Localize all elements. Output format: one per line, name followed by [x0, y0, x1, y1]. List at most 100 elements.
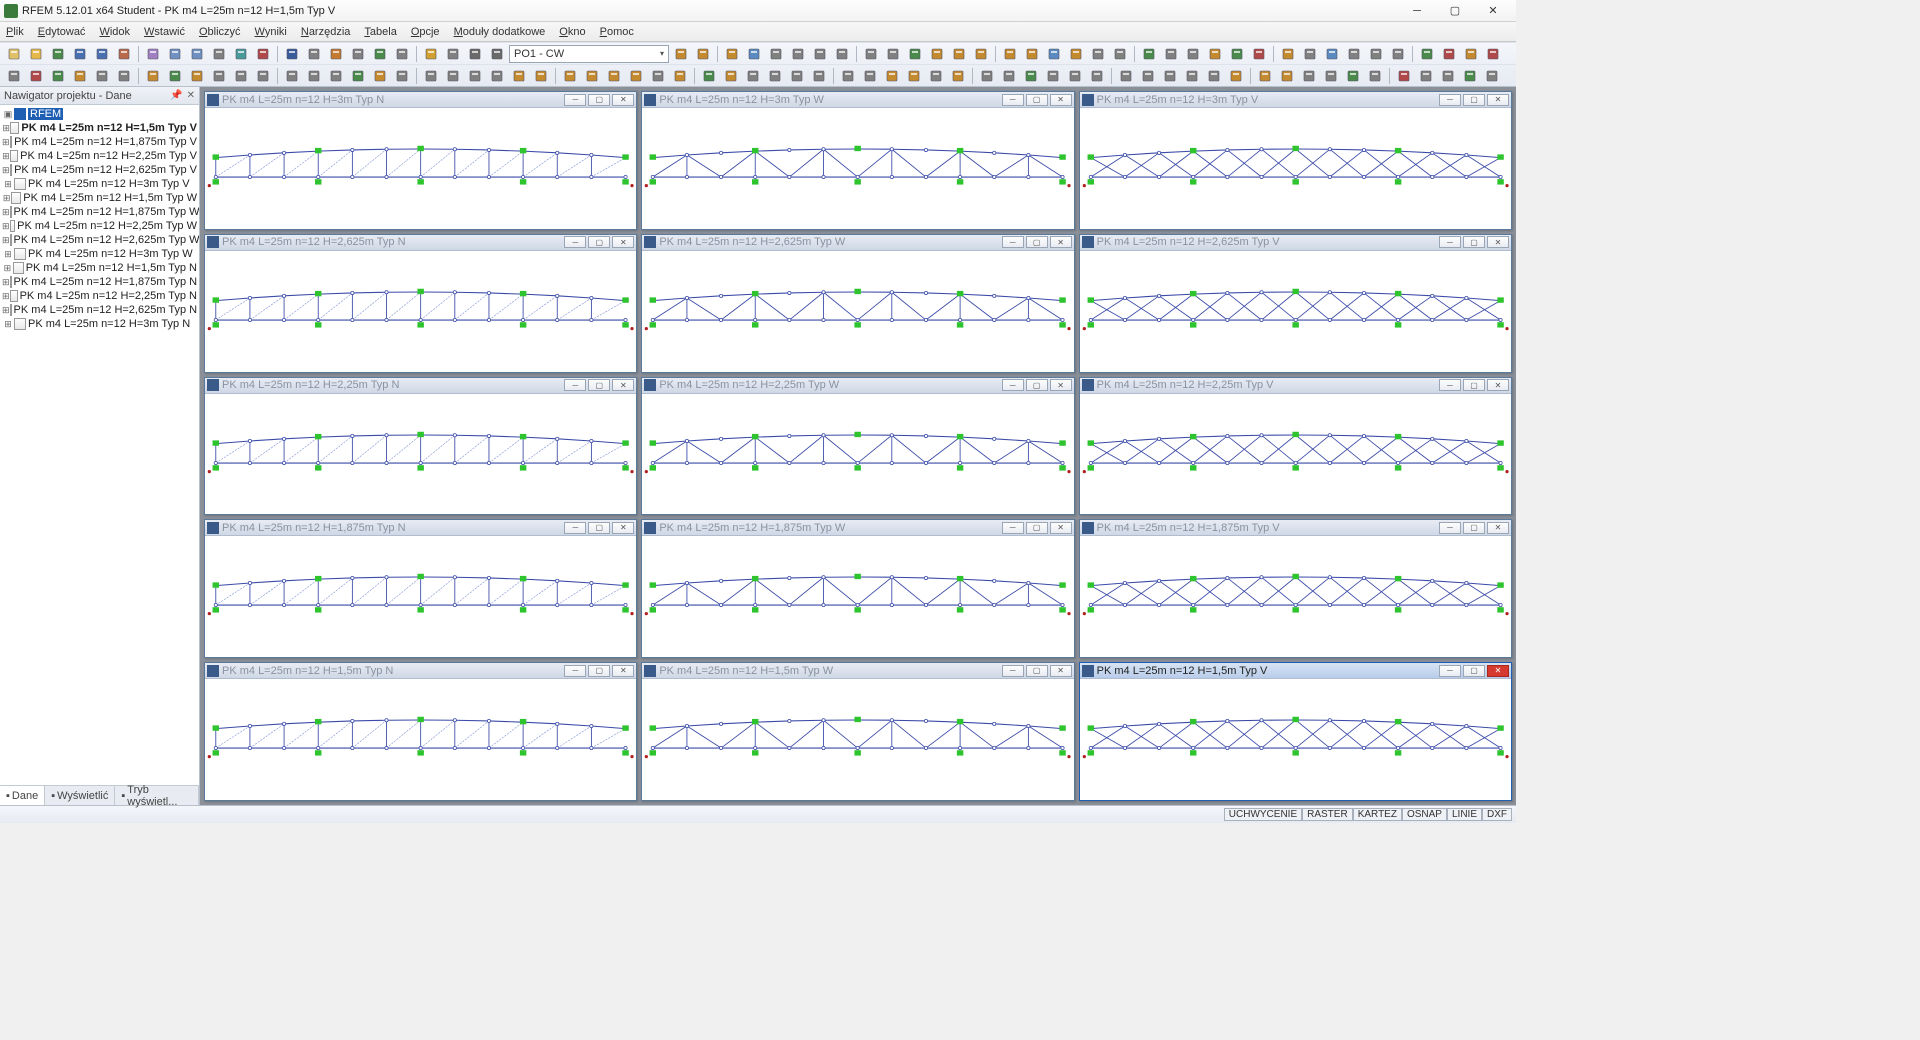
toolbar-button[interactable] [560, 67, 580, 85]
mdi-child-window[interactable]: PK m4 L=25m n=12 H=1,5m Typ N─▢✕ [204, 662, 637, 801]
child-close-button[interactable]: ✕ [1487, 94, 1509, 106]
toolbar-button[interactable] [626, 67, 646, 85]
menu-wstawić[interactable]: Wstawić [144, 26, 185, 38]
child-titlebar[interactable]: PK m4 L=25m n=12 H=2,625m Typ V─▢✕ [1080, 235, 1511, 251]
toolbar-button[interactable] [326, 67, 346, 85]
toolbar-button[interactable] [282, 45, 302, 63]
child-maximize-button[interactable]: ▢ [588, 665, 610, 677]
toolbar-button[interactable] [231, 67, 251, 85]
toolbar-button[interactable] [860, 67, 880, 85]
toolbar-button[interactable] [187, 67, 207, 85]
toolbar-button[interactable] [253, 45, 273, 63]
child-maximize-button[interactable]: ▢ [1463, 665, 1485, 677]
toolbar-button[interactable] [370, 67, 390, 85]
child-minimize-button[interactable]: ─ [564, 94, 586, 106]
toolbar-button[interactable] [1227, 45, 1247, 63]
toolbar-button[interactable] [348, 45, 368, 63]
toolbar-button[interactable] [788, 45, 808, 63]
child-maximize-button[interactable]: ▢ [1463, 379, 1485, 391]
toolbar-button[interactable] [165, 45, 185, 63]
toolbar-button[interactable] [1439, 45, 1459, 63]
tree-item[interactable]: ⊞PK m4 L=25m n=12 H=1,875m Typ N [0, 275, 199, 289]
child-minimize-button[interactable]: ─ [1439, 522, 1461, 534]
status-cell[interactable]: RASTER [1302, 808, 1353, 821]
mdi-child-window[interactable]: PK m4 L=25m n=12 H=2,25m Typ W─▢✕ [641, 377, 1074, 516]
model-canvas[interactable] [642, 536, 1073, 657]
tree-item[interactable]: ⊞PK m4 L=25m n=12 H=3m Typ N [0, 317, 199, 331]
mdi-child-window[interactable]: PK m4 L=25m n=12 H=1,875m Typ V─▢✕ [1079, 519, 1512, 658]
toolbar-button[interactable] [1344, 45, 1364, 63]
child-titlebar[interactable]: PK m4 L=25m n=12 H=1,875m Typ W─▢✕ [642, 520, 1073, 536]
toolbar-button[interactable] [838, 67, 858, 85]
toolbar-button[interactable] [1043, 67, 1063, 85]
toolbar-button[interactable] [699, 67, 719, 85]
toolbar-button[interactable] [1021, 67, 1041, 85]
child-titlebar[interactable]: PK m4 L=25m n=12 H=2,25m Typ W─▢✕ [642, 378, 1073, 394]
toolbar-button[interactable] [209, 45, 229, 63]
toolbar-button[interactable] [304, 45, 324, 63]
child-minimize-button[interactable]: ─ [564, 379, 586, 391]
mdi-child-window[interactable]: PK m4 L=25m n=12 H=2,625m Typ W─▢✕ [641, 234, 1074, 373]
tree-item[interactable]: ⊞PK m4 L=25m n=12 H=2,625m Typ V [0, 163, 199, 177]
toolbar-button[interactable] [1110, 45, 1130, 63]
maximize-button[interactable]: ▢ [1436, 1, 1474, 21]
child-close-button[interactable]: ✕ [612, 665, 634, 677]
toolbar-button[interactable] [949, 45, 969, 63]
toolbar-button[interactable] [92, 67, 112, 85]
model-canvas[interactable] [642, 679, 1073, 800]
toolbar-button[interactable] [143, 67, 163, 85]
tree-item[interactable]: ⊞PK m4 L=25m n=12 H=1,5m Typ V [0, 121, 199, 135]
tree-item[interactable]: ⊞PK m4 L=25m n=12 H=1,875m Typ V [0, 135, 199, 149]
load-case-combo[interactable]: PO1 - CW▾ [509, 45, 669, 63]
child-minimize-button[interactable]: ─ [564, 522, 586, 534]
child-maximize-button[interactable]: ▢ [588, 379, 610, 391]
model-canvas[interactable] [1080, 679, 1511, 800]
model-canvas[interactable] [205, 536, 636, 657]
toolbar-button[interactable] [209, 67, 229, 85]
toolbar-button[interactable] [905, 45, 925, 63]
toolbar-button[interactable] [1183, 45, 1203, 63]
status-cell[interactable]: UCHWYCENIE [1224, 808, 1302, 821]
toolbar-button[interactable] [926, 67, 946, 85]
toolbar-button[interactable] [1044, 45, 1064, 63]
toolbar-button[interactable] [165, 67, 185, 85]
tree-item[interactable]: ⊞PK m4 L=25m n=12 H=3m Typ V [0, 177, 199, 191]
tree-item[interactable]: ⊞PK m4 L=25m n=12 H=2,625m Typ N [0, 303, 199, 317]
toolbar-button[interactable] [1160, 67, 1180, 85]
child-minimize-button[interactable]: ─ [1439, 94, 1461, 106]
mdi-child-window[interactable]: PK m4 L=25m n=12 H=1,5m Typ V─▢✕ [1079, 662, 1512, 801]
tree-item[interactable]: ⊞PK m4 L=25m n=12 H=1,5m Typ N [0, 261, 199, 275]
toolbar-button[interactable] [1087, 67, 1107, 85]
toolbar-button[interactable] [392, 67, 412, 85]
child-minimize-button[interactable]: ─ [1002, 665, 1024, 677]
child-close-button[interactable]: ✕ [1487, 236, 1509, 248]
navigator-pin-icon[interactable]: 📌 [170, 90, 182, 101]
toolbar-button[interactable] [861, 45, 881, 63]
toolbar-button[interactable] [421, 45, 441, 63]
toolbar-button[interactable] [4, 45, 24, 63]
toolbar-button[interactable] [4, 67, 24, 85]
menu-moduły dodatkowe[interactable]: Moduły dodatkowe [454, 26, 546, 38]
toolbar-button[interactable] [1322, 45, 1342, 63]
model-canvas[interactable] [1080, 108, 1511, 229]
status-cell[interactable]: KARTEZ [1353, 808, 1402, 821]
toolbar-button[interactable] [1116, 67, 1136, 85]
toolbar-button[interactable] [531, 67, 551, 85]
mdi-child-window[interactable]: PK m4 L=25m n=12 H=2,25m Typ V─▢✕ [1079, 377, 1512, 516]
toolbar-button[interactable] [999, 67, 1019, 85]
child-titlebar[interactable]: PK m4 L=25m n=12 H=2,625m Typ N─▢✕ [205, 235, 636, 251]
toolbar-button[interactable] [282, 67, 302, 85]
menu-wyniki[interactable]: Wyniki [255, 26, 287, 38]
toolbar-button[interactable] [1321, 67, 1341, 85]
mdi-child-window[interactable]: PK m4 L=25m n=12 H=1,875m Typ N─▢✕ [204, 519, 637, 658]
toolbar-button[interactable] [187, 45, 207, 63]
toolbar-button[interactable] [1366, 45, 1386, 63]
minimize-button[interactable]: ─ [1398, 1, 1436, 21]
child-close-button[interactable]: ✕ [1050, 665, 1072, 677]
tree-item[interactable]: ⊞PK m4 L=25m n=12 H=2,25m Typ N [0, 289, 199, 303]
child-close-button[interactable]: ✕ [1487, 379, 1509, 391]
child-close-button[interactable]: ✕ [612, 522, 634, 534]
navigator-tab[interactable]: ▪Wyświetlić [45, 786, 115, 805]
tree-root[interactable]: RFEM [28, 108, 63, 120]
model-canvas[interactable] [642, 108, 1073, 229]
